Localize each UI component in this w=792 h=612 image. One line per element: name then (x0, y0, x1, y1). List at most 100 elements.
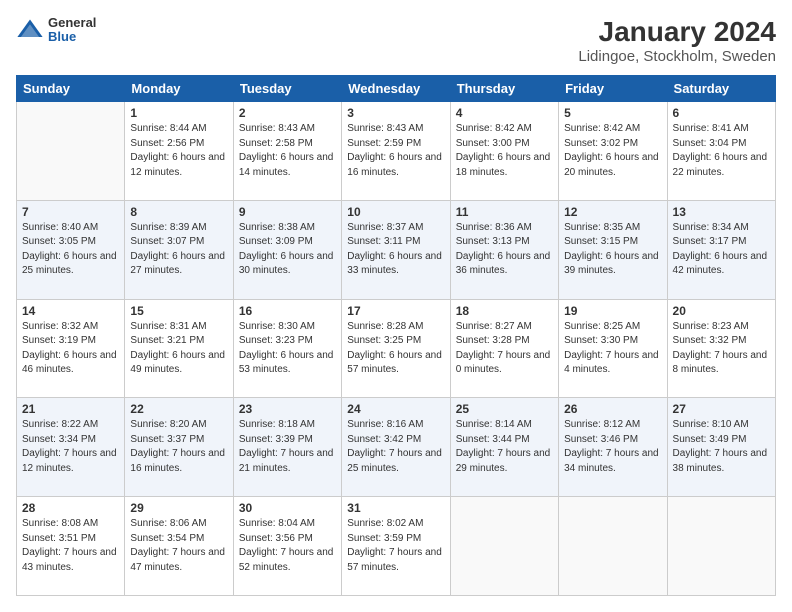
title-block: January 2024 Lidingoe, Stockholm, Sweden (578, 16, 776, 65)
logo: General Blue (16, 16, 96, 45)
header-day-thursday: Thursday (450, 76, 558, 102)
day-info: Sunrise: 8:28 AMSunset: 3:25 PMDaylight:… (347, 320, 444, 378)
day-cell: 5Sunrise: 8:42 AMSunset: 3:02 PMDaylight… (559, 102, 667, 201)
day-number: 29 (130, 501, 227, 515)
header-day-sunday: Sunday (17, 76, 125, 102)
day-info: Sunrise: 8:25 AMSunset: 3:30 PMDaylight:… (564, 320, 661, 378)
week-row-0: 1Sunrise: 8:44 AMSunset: 2:56 PMDaylight… (17, 102, 776, 201)
day-number: 11 (456, 205, 553, 219)
day-number: 23 (239, 402, 336, 416)
day-cell: 18Sunrise: 8:27 AMSunset: 3:28 PMDayligh… (450, 299, 558, 398)
day-cell: 14 Sunrise: 8:32 AMSunset: 3:19 PMDayligh… (17, 299, 125, 398)
day-number: 26 (564, 402, 661, 416)
calendar-header: SundayMondayTuesdayWednesdayThursdayFrid… (17, 76, 776, 102)
page-subtitle: Lidingoe, Stockholm, Sweden (578, 48, 776, 65)
logo-blue-label: Blue (48, 30, 96, 44)
day-cell: 27Sunrise: 8:10 AMSunset: 3:49 PMDayligh… (667, 398, 775, 497)
day-number: 5 (564, 106, 661, 120)
day-info: Sunrise: 8:34 AMSunset: 3:17 PMDaylight:… (673, 221, 770, 279)
day-cell: 21Sunrise: 8:22 AMSunset: 3:34 PMDayligh… (17, 398, 125, 497)
day-cell: 11 Sunrise: 8:36 AMSunset: 3:13 PMDayligh… (450, 200, 558, 299)
day-number: 3 (347, 106, 444, 120)
week-row-1: 7Sunrise: 8:40 AMSunset: 3:05 PMDaylight… (17, 200, 776, 299)
day-number: 31 (347, 501, 444, 515)
day-info: Sunrise: 8:06 AMSunset: 3:54 PMDaylight:… (130, 517, 227, 575)
day-cell: 31 Sunrise: 8:02 AMSunset: 3:59 PMDayligh… (342, 497, 450, 596)
day-number: 12 (564, 205, 661, 219)
day-info: Sunrise: 8:14 AMSunset: 3:44 PMDaylight:… (456, 418, 553, 476)
logo-general-label: General (48, 16, 96, 30)
day-info: Sunrise: 8:31 AMSunset: 3:21 PMDaylight:… (130, 320, 227, 378)
header-day-monday: Monday (125, 76, 233, 102)
day-cell (450, 497, 558, 596)
day-number: 13 (673, 205, 770, 219)
day-info: Sunrise: 8:39 AMSunset: 3:07 PMDaylight:… (130, 221, 227, 279)
day-cell: 6Sunrise: 8:41 AMSunset: 3:04 PMDaylight… (667, 102, 775, 201)
day-cell: 16 Sunrise: 8:30 AMSunset: 3:23 PMDayligh… (233, 299, 341, 398)
day-number: 2 (239, 106, 336, 120)
day-cell: 20Sunrise: 8:23 AMSunset: 3:32 PMDayligh… (667, 299, 775, 398)
logo-text: General Blue (48, 16, 96, 45)
day-cell: 4 Sunrise: 8:42 AMSunset: 3:00 PMDaylight… (450, 102, 558, 201)
calendar-body: 1Sunrise: 8:44 AMSunset: 2:56 PMDaylight… (17, 102, 776, 596)
day-number: 28 (22, 501, 119, 515)
day-info: Sunrise: 8:04 AMSunset: 3:56 PMDaylight:… (239, 517, 336, 575)
day-info: Sunrise: 8:08 AMSunset: 3:51 PMDaylight:… (22, 517, 119, 575)
day-cell: 17 Sunrise: 8:28 AMSunset: 3:25 PMDayligh… (342, 299, 450, 398)
day-info: Sunrise: 8:41 AMSunset: 3:04 PMDaylight:… (673, 122, 770, 180)
day-info: Sunrise: 8:36 AMSunset: 3:13 PMDaylight:… (456, 221, 553, 279)
week-row-3: 21Sunrise: 8:22 AMSunset: 3:34 PMDayligh… (17, 398, 776, 497)
day-number: 22 (130, 402, 227, 416)
day-number: 16 (239, 304, 336, 318)
day-info: Sunrise: 8:18 AMSunset: 3:39 PMDaylight:… (239, 418, 336, 476)
day-info: Sunrise: 8:43 AMSunset: 2:58 PMDaylight:… (239, 122, 336, 180)
day-info: Sunrise: 8:12 AMSunset: 3:46 PMDaylight:… (564, 418, 661, 476)
week-row-4: 28 Sunrise: 8:08 AMSunset: 3:51 PMDayligh… (17, 497, 776, 596)
day-number: 1 (130, 106, 227, 120)
day-number: 10 (347, 205, 444, 219)
day-cell: 7Sunrise: 8:40 AMSunset: 3:05 PMDaylight… (17, 200, 125, 299)
day-cell: 30 Sunrise: 8:04 AMSunset: 3:56 PMDayligh… (233, 497, 341, 596)
day-info: Sunrise: 8:38 AMSunset: 3:09 PMDaylight:… (239, 221, 336, 279)
day-info: Sunrise: 8:37 AMSunset: 3:11 PMDaylight:… (347, 221, 444, 279)
day-info: Sunrise: 8:32 AMSunset: 3:19 PMDaylight:… (22, 320, 119, 378)
week-row-2: 14 Sunrise: 8:32 AMSunset: 3:19 PMDayligh… (17, 299, 776, 398)
page: General Blue January 2024 Lidingoe, Stoc… (0, 0, 792, 612)
day-info: Sunrise: 8:22 AMSunset: 3:34 PMDaylight:… (22, 418, 119, 476)
logo-icon (16, 16, 44, 44)
day-number: 19 (564, 304, 661, 318)
header-day-tuesday: Tuesday (233, 76, 341, 102)
day-info: Sunrise: 8:27 AMSunset: 3:28 PMDaylight:… (456, 320, 553, 378)
day-info: Sunrise: 8:42 AMSunset: 3:00 PMDaylight:… (456, 122, 553, 180)
day-cell (559, 497, 667, 596)
day-info: Sunrise: 8:02 AMSunset: 3:59 PMDaylight:… (347, 517, 444, 575)
day-info: Sunrise: 8:20 AMSunset: 3:37 PMDaylight:… (130, 418, 227, 476)
day-info: Sunrise: 8:30 AMSunset: 3:23 PMDaylight:… (239, 320, 336, 378)
day-cell: 24Sunrise: 8:16 AMSunset: 3:42 PMDayligh… (342, 398, 450, 497)
header-day-friday: Friday (559, 76, 667, 102)
day-number: 17 (347, 304, 444, 318)
day-cell (17, 102, 125, 201)
day-cell (667, 497, 775, 596)
day-cell: 23 Sunrise: 8:18 AMSunset: 3:39 PMDayligh… (233, 398, 341, 497)
day-info: Sunrise: 8:43 AMSunset: 2:59 PMDaylight:… (347, 122, 444, 180)
day-cell: 26 Sunrise: 8:12 AMSunset: 3:46 PMDayligh… (559, 398, 667, 497)
header: General Blue January 2024 Lidingoe, Stoc… (16, 16, 776, 65)
day-cell: 29 Sunrise: 8:06 AMSunset: 3:54 PMDayligh… (125, 497, 233, 596)
day-cell: 19 Sunrise: 8:25 AMSunset: 3:30 PMDayligh… (559, 299, 667, 398)
header-row: SundayMondayTuesdayWednesdayThursdayFrid… (17, 76, 776, 102)
day-number: 30 (239, 501, 336, 515)
day-cell: 10 Sunrise: 8:37 AMSunset: 3:11 PMDayligh… (342, 200, 450, 299)
day-cell: 2 Sunrise: 8:43 AMSunset: 2:58 PMDaylight… (233, 102, 341, 201)
day-number: 4 (456, 106, 553, 120)
day-cell: 1Sunrise: 8:44 AMSunset: 2:56 PMDaylight… (125, 102, 233, 201)
day-info: Sunrise: 8:40 AMSunset: 3:05 PMDaylight:… (22, 221, 119, 279)
day-cell: 13 Sunrise: 8:34 AMSunset: 3:17 PMDayligh… (667, 200, 775, 299)
calendar-table: SundayMondayTuesdayWednesdayThursdayFrid… (16, 75, 776, 596)
day-number: 15 (130, 304, 227, 318)
day-cell: 9Sunrise: 8:38 AMSunset: 3:09 PMDaylight… (233, 200, 341, 299)
day-cell: 25Sunrise: 8:14 AMSunset: 3:44 PMDayligh… (450, 398, 558, 497)
day-cell: 28 Sunrise: 8:08 AMSunset: 3:51 PMDayligh… (17, 497, 125, 596)
day-info: Sunrise: 8:23 AMSunset: 3:32 PMDaylight:… (673, 320, 770, 378)
day-number: 14 (22, 304, 119, 318)
